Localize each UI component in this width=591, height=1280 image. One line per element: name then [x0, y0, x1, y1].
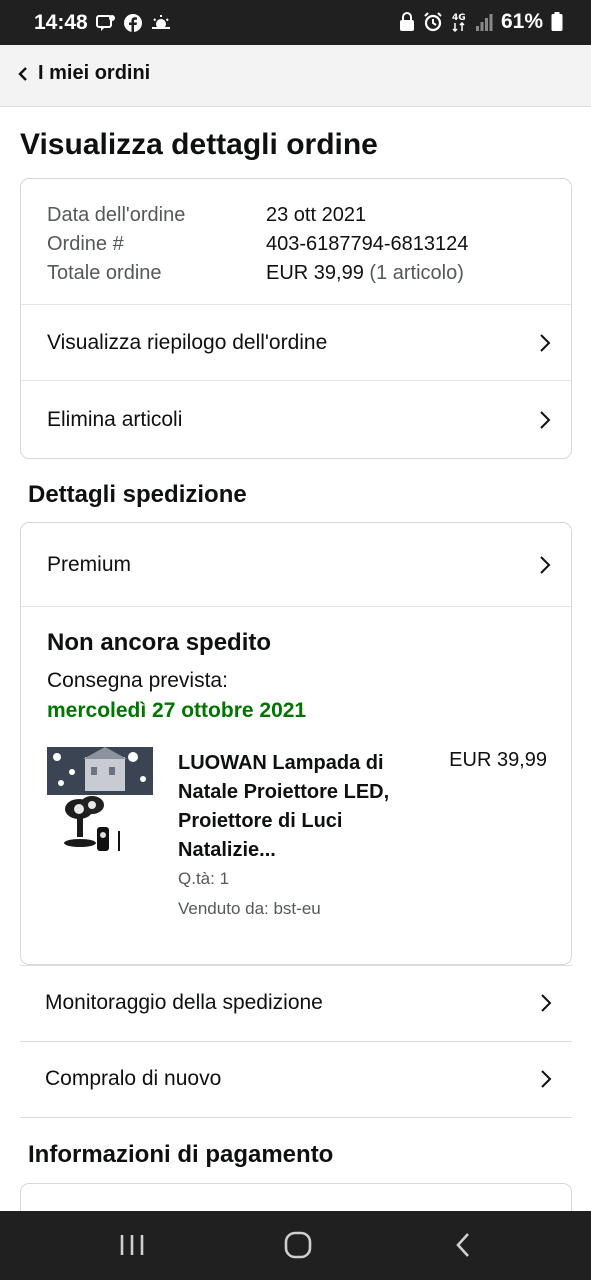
facebook-icon — [124, 14, 142, 32]
chevron-right-icon — [540, 410, 551, 429]
product-price: EUR 39,99 — [449, 749, 547, 771]
chevron-right-icon — [541, 1070, 552, 1088]
order-total-value-wrapper: EUR 39,99 (1 articolo) — [266, 262, 464, 285]
delivery-estimate-label: Consegna prevista: — [47, 669, 228, 692]
back-icon — [456, 1233, 469, 1257]
order-item-count: (1 articolo) — [369, 262, 464, 284]
order-number-value: 403-6187794-6813124 — [266, 233, 469, 255]
order-info-grid: Data dell'ordine 23 ott 2021 Ordine # 40… — [47, 201, 547, 288]
chevron-right-icon — [540, 333, 551, 352]
back-to-orders-link[interactable]: I miei ordini — [18, 62, 150, 85]
buy-again-label: Compralo di nuovo — [45, 1067, 222, 1090]
product-title-link[interactable]: LUOWAN Lampada di Natale Proiettore LED,… — [178, 749, 423, 865]
shipping-method-link[interactable]: Premium — [21, 523, 571, 606]
product-quantity: Q.tà: 1 — [178, 869, 230, 888]
delete-items-label: Elimina articoli — [47, 407, 183, 431]
order-total-value: EUR 39,99 — [266, 262, 364, 284]
track-package-link[interactable]: Monitoraggio della spedizione — [20, 965, 572, 1041]
order-date-row: Data dell'ordine 23 ott 2021 — [47, 201, 547, 230]
top-nav-bar: I miei ordini — [0, 45, 591, 107]
view-order-summary-label: Visualizza riepilogo dell'ordine — [47, 330, 328, 354]
buy-again-link[interactable]: Compralo di nuovo — [20, 1041, 572, 1117]
product-thumbnail — [47, 747, 153, 853]
delete-items-link[interactable]: Elimina articoli — [21, 381, 571, 458]
weather-icon — [152, 15, 170, 29]
lock-icon — [399, 12, 414, 31]
back-button[interactable] — [443, 1229, 483, 1261]
recent-apps-icon — [120, 1235, 144, 1255]
notification-icon — [96, 15, 115, 31]
svg-text:4G: 4G — [452, 13, 466, 23]
track-package-label: Monitoraggio della spedizione — [45, 991, 323, 1014]
battery-percentage: 61% — [500, 10, 543, 33]
order-number-label: Ordine # — [47, 233, 124, 255]
network-4g-icon: 4G — [452, 13, 466, 33]
shipment-card: Premium Non ancora spedito Consegna prev… — [20, 522, 572, 965]
battery-icon — [551, 12, 563, 31]
chevron-right-icon — [541, 994, 552, 1012]
chevron-right-icon — [540, 555, 551, 574]
recent-apps-button[interactable] — [112, 1229, 152, 1261]
signal-icon — [475, 14, 493, 31]
product-image[interactable] — [47, 747, 153, 853]
status-right-icons: 4G 61% — [399, 10, 563, 34]
home-button[interactable] — [278, 1229, 318, 1261]
system-nav-bar — [0, 1211, 591, 1280]
order-total-row: Totale ordine EUR 39,99 (1 articolo) — [47, 259, 547, 288]
back-link-label: I miei ordini — [38, 62, 151, 84]
product-seller: Venduto da: bst-eu — [178, 899, 321, 918]
payment-info-title: Informazioni di pagamento — [28, 1141, 334, 1168]
shipping-details-title: Dettagli spedizione — [28, 481, 247, 508]
shipment-status: Non ancora spedito — [47, 629, 272, 656]
status-left-icons — [96, 12, 172, 34]
status-time: 14:48 — [34, 11, 88, 34]
view-order-summary-link[interactable]: Visualizza riepilogo dell'ordine — [21, 305, 571, 380]
order-date-value: 23 ott 2021 — [266, 204, 367, 226]
order-number-row: Ordine # 403-6187794-6813124 — [47, 230, 547, 259]
shipping-method-label: Premium — [47, 552, 132, 576]
order-summary-card: Data dell'ordine 23 ott 2021 Ordine # 40… — [20, 178, 572, 459]
order-total-label: Totale ordine — [47, 262, 162, 284]
chevron-left-icon — [18, 66, 27, 81]
home-icon — [284, 1231, 312, 1259]
divider — [21, 606, 571, 607]
order-date-label: Data dell'ordine — [47, 204, 186, 226]
page-title: Visualizza dettagli ordine — [20, 128, 378, 161]
divider — [20, 1117, 572, 1118]
delivery-estimate-date: mercoledì 27 ottobre 2021 — [47, 699, 307, 722]
status-bar: 14:48 4G 61% — [0, 0, 591, 45]
alarm-icon — [424, 12, 442, 32]
